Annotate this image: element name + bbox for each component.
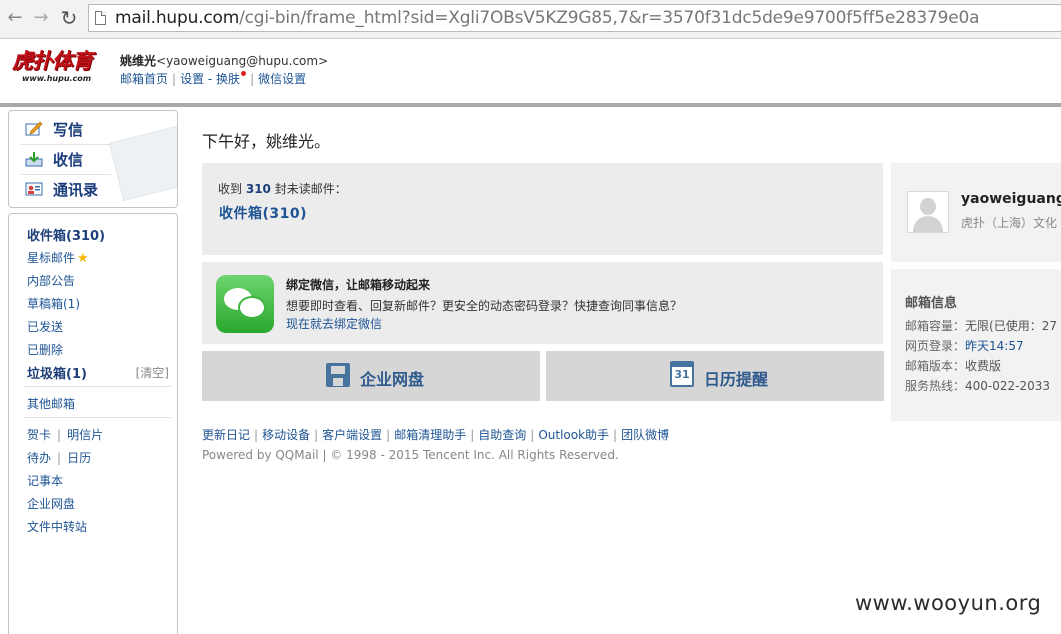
link-mobile[interactable]: 移动设备: [262, 428, 310, 442]
calendar-icon: 31: [670, 361, 694, 387]
mail-info-panel: 邮箱信息 邮箱容量：无限(已使用：27 网页登录：昨天14:57 邮箱版本：收费…: [891, 269, 1061, 421]
receive-icon: [25, 151, 43, 166]
folder-notices[interactable]: 内部公告: [27, 272, 75, 289]
link-wechat-settings[interactable]: 微信设置: [258, 72, 306, 86]
info-version: 邮箱版本：收费版: [905, 359, 1002, 373]
mail-header: 虎扑体育 www.hupu.com 姚维光<yaoweiguang@hupu.c…: [0, 39, 1061, 103]
folder-sent[interactable]: 已发送: [27, 318, 63, 335]
folder-starred-label: 星标邮件: [27, 251, 76, 265]
todo-links: 待办 | 日历: [27, 451, 92, 465]
compose-label: 写信: [53, 121, 84, 139]
disk-icon: [326, 363, 350, 387]
unread-summary: 收到 310 封未读邮件：: [218, 180, 347, 197]
wechat-description: 想要即时查看、回复新邮件？更安全的动态密码登录？快捷查询同事信息？: [286, 299, 683, 313]
folder-deleted[interactable]: 已删除: [27, 341, 63, 358]
link-self-service[interactable]: 自助查询: [478, 428, 526, 442]
wechat-promo: 绑定微信，让邮箱移动起来 想要即时查看、回复新邮件？更安全的动态密码登录？快捷查…: [202, 262, 883, 344]
browser-toolbar: ← → ↻ mail.hupu.com/cgi-bin/frame_html?s…: [0, 0, 1061, 39]
folder-inbox[interactable]: 收件箱(310): [27, 225, 105, 244]
contacts-icon: [25, 182, 43, 195]
folder-other[interactable]: 其他邮箱: [27, 395, 75, 412]
folder-spam[interactable]: 垃圾箱(1): [27, 363, 87, 382]
wechat-title: 绑定微信，让邮箱移动起来: [286, 278, 431, 292]
folder-sidebar: 收件箱(310) 星标邮件 ★ 内部公告 草稿箱(1) 已发送 已删除 垃圾箱(1…: [8, 213, 178, 634]
wechat-icon[interactable]: [216, 275, 274, 333]
user-identity: 姚维光<yaoweiguang@hupu.com>: [120, 52, 328, 69]
user-email: <yaoweiguang@hupu.com>: [156, 54, 329, 68]
link-home[interactable]: 邮箱首页: [120, 72, 168, 86]
copyright: Powered by QQMail | © 1998 - 2015 Tencen…: [202, 448, 619, 462]
new-dot-icon: [241, 71, 247, 76]
calendar-tile[interactable]: 31 日历提醒: [546, 351, 884, 401]
netdisk-tile-label: 企业网盘: [360, 370, 425, 389]
footer-links: 更新日记 | 移动设备 | 客户端设置 | 邮箱清理助手 | 自助查询 | Outlook助手 | 团队…: [202, 428, 670, 442]
mail-info-title: 邮箱信息: [905, 296, 958, 311]
link-calendar[interactable]: 日历: [67, 451, 91, 465]
divider: [21, 174, 111, 175]
link-skin[interactable]: 换肤: [216, 72, 240, 86]
address-bar[interactable]: mail.hupu.com/cgi-bin/frame_html?sid=Xgl…: [88, 4, 1061, 32]
link-client-settings[interactable]: 客户端设置: [322, 428, 382, 442]
info-capacity: 邮箱容量：无限(已使用：27: [905, 319, 1057, 333]
folder-starred[interactable]: 星标邮件 ★: [27, 249, 89, 266]
page-icon: [95, 11, 106, 25]
inbox-link[interactable]: 收件箱(310): [219, 203, 307, 223]
link-outlook[interactable]: Outlook助手: [538, 428, 609, 442]
forward-icon[interactable]: →: [30, 6, 52, 30]
unread-prefix: 收到: [218, 182, 243, 196]
avatar[interactable]: [907, 191, 949, 233]
link-team-weibo[interactable]: 团队微博: [621, 428, 669, 442]
header-links: 邮箱首页 | 设置 - 换肤 | 微信设置: [120, 71, 307, 86]
watermark: www.wooyun.org: [855, 591, 1042, 615]
compose-button[interactable]: 写信: [25, 117, 111, 143]
url-text[interactable]: mail.hupu.com/cgi-bin/frame_html?sid=Xgl…: [115, 8, 979, 28]
contacts-label: 通讯录: [53, 181, 99, 199]
bind-wechat-link[interactable]: 现在就去绑定微信: [286, 315, 382, 332]
link-settings[interactable]: 设置: [180, 72, 204, 86]
clear-spam-link[interactable]: [清空]: [136, 364, 169, 381]
info-last-login: 网页登录：昨天14:57: [905, 339, 1024, 353]
greeting: 下午好，姚维光。: [202, 132, 331, 151]
info-hotline: 服务热线：400-022-2033: [905, 379, 1051, 393]
contacts-button[interactable]: 通讯录: [25, 177, 111, 203]
netdisk-tile[interactable]: 企业网盘: [202, 351, 540, 401]
reload-icon[interactable]: ↻: [58, 6, 80, 30]
logo-subtext: www.hupu.com: [22, 74, 92, 83]
profile-name[interactable]: yaoweiguang: [961, 191, 1061, 207]
compose-icon: [25, 121, 43, 135]
unread-panel: 收到 310 封未读邮件： 收件箱(310): [202, 163, 883, 255]
last-login-link[interactable]: 昨天14:57: [965, 339, 1024, 353]
link-postcard[interactable]: 明信片: [67, 428, 103, 442]
link-card[interactable]: 贺卡: [27, 428, 51, 442]
envelope-decoration: [108, 124, 177, 202]
link-todo[interactable]: 待办: [27, 451, 51, 465]
hupu-logo[interactable]: 虎扑体育 www.hupu.com: [12, 49, 108, 89]
unread-count: 310: [245, 182, 271, 196]
star-icon: ★: [77, 251, 89, 266]
divider: [23, 417, 171, 418]
profile-org: 虎扑（上海）文化: [961, 216, 1058, 230]
link-notes[interactable]: 记事本: [27, 472, 63, 489]
quick-actions-panel: 写信 收信 通讯录: [8, 110, 178, 208]
divider: [21, 144, 111, 145]
user-name: 姚维光: [120, 54, 157, 68]
divider: [23, 386, 171, 387]
link-file-transfer[interactable]: 文件中转站: [27, 518, 87, 535]
calendar-tile-label: 日历提醒: [704, 370, 769, 389]
receive-label: 收信: [53, 151, 84, 169]
profile-card: yaoweiguang 虎扑（上海）文化: [891, 163, 1061, 262]
folder-drafts[interactable]: 草稿箱(1): [27, 295, 80, 312]
link-netdisk[interactable]: 企业网盘: [27, 495, 75, 512]
link-cleanup[interactable]: 邮箱清理助手: [394, 428, 466, 442]
unread-suffix: 封未读邮件：: [274, 182, 347, 196]
logo-text: 虎扑体育: [12, 48, 93, 73]
card-links: 贺卡 | 明信片: [27, 428, 104, 442]
back-icon[interactable]: ←: [4, 6, 26, 30]
receive-button[interactable]: 收信: [25, 147, 111, 173]
link-changelog[interactable]: 更新日记: [202, 428, 250, 442]
